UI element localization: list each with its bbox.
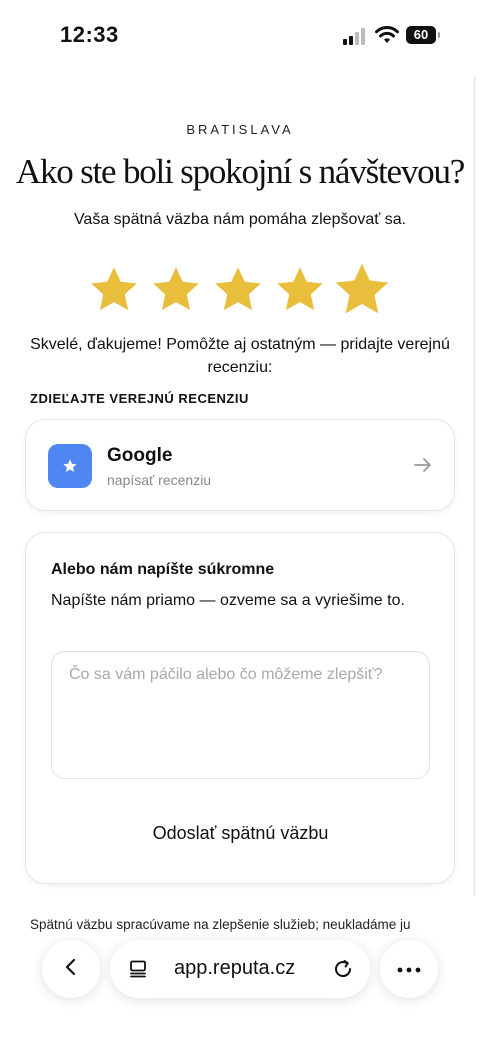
star-rating	[88, 260, 398, 320]
private-feedback-description: Napíšte nám priamo — ozveme sa a vyrieši…	[51, 592, 405, 609]
page-subtitle: Vaša spätná väzba nám pomáha zlepšovať s…	[73, 211, 407, 228]
reload-icon[interactable]	[332, 958, 354, 980]
wifi-icon	[374, 25, 400, 45]
google-review-button[interactable]: Google napísať recenziu	[25, 419, 455, 511]
status-bar: 12:33 60	[0, 0, 480, 70]
star-4-icon[interactable]	[274, 264, 326, 316]
star-5-icon[interactable]	[332, 260, 392, 320]
star-2-icon[interactable]	[150, 264, 202, 316]
send-feedback-button[interactable]: Odoslať spätnú väzbu	[51, 811, 430, 855]
ellipsis-icon	[397, 960, 421, 978]
private-feedback-card: Alebo nám napíšte súkromne Napíšte nám p…	[25, 532, 455, 884]
thanks-message: Skvelé, ďakujeme! Pomôžte aj ostatným — …	[30, 336, 450, 376]
star-1-icon[interactable]	[88, 264, 140, 316]
star-icon	[48, 444, 92, 488]
chevron-left-icon	[61, 957, 81, 982]
cellular-signal-icon	[343, 28, 367, 45]
back-button[interactable]	[42, 940, 100, 998]
url-text[interactable]: app.reputa.cz	[174, 957, 295, 980]
arrow-right-icon	[414, 457, 432, 473]
google-review-subtitle: napísať recenziu	[107, 472, 212, 488]
battery-icon: 60	[406, 26, 440, 44]
page-title: Ako ste boli spokojní s návštevou?	[15, 152, 465, 191]
status-time: 12:33	[60, 22, 119, 47]
city-label: BRATISLAVA	[186, 122, 294, 137]
reader-mode-icon[interactable]	[128, 959, 148, 979]
address-bar[interactable]: app.reputa.cz	[110, 940, 370, 998]
google-review-title: Google	[107, 445, 173, 466]
public-review-section-label: ZDIEĽAJTE VEREJNÚ RECENZIU	[30, 391, 249, 406]
scrollbar[interactable]	[473, 76, 476, 896]
more-options-button[interactable]	[380, 940, 438, 998]
feedback-textarea[interactable]	[51, 651, 430, 779]
star-3-icon[interactable]	[212, 264, 264, 316]
private-feedback-title: Alebo nám napíšte súkromne	[51, 561, 275, 578]
